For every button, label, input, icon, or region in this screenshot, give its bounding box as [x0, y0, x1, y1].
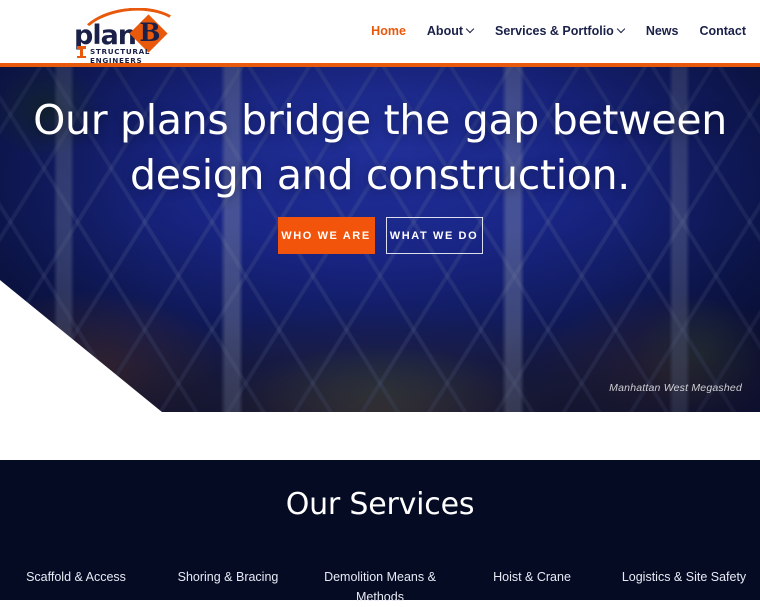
logo-letter-b: B — [139, 18, 161, 47]
nav-label-about: About — [426, 24, 464, 38]
service-item-hoist-crane[interactable]: Hoist & Crane — [456, 567, 608, 607]
header-accent-rule — [0, 63, 760, 67]
site-header: plan B STRUCTURAL ENGINEERS Home About S… — [0, 0, 760, 65]
services-heading: Our Services — [285, 487, 475, 522]
nav-label-home: Home — [371, 24, 406, 38]
hero-cta-group: WHO WE ARE WHAT WE DO — [0, 217, 760, 254]
chevron-down-icon — [618, 26, 625, 33]
service-item-scaffold-access[interactable]: Scaffold & Access — [0, 567, 152, 607]
service-item-demolition-means-methods[interactable]: Demolition Means & Methods — [304, 567, 456, 607]
nav-item-news[interactable]: News — [646, 24, 679, 38]
nav-item-home[interactable]: Home — [371, 24, 406, 38]
what-we-do-button[interactable]: WHAT WE DO — [385, 217, 483, 254]
hero-image-caption: Manhattan West Megashed — [609, 382, 742, 394]
column-icon — [77, 46, 86, 58]
services-list: Scaffold & Access Shoring & Bracing Demo… — [0, 567, 760, 607]
nav-item-services-portfolio[interactable]: Services & Portfolio — [495, 24, 625, 38]
nav-label-services-portfolio: Services & Portfolio — [495, 24, 614, 38]
who-we-are-button[interactable]: WHO WE ARE — [277, 217, 375, 254]
site-logo[interactable]: plan B STRUCTURAL ENGINEERS — [74, 8, 184, 65]
nav-item-contact[interactable]: Contact — [699, 24, 746, 38]
hero-headline: Our plans bridge the gap between design … — [0, 93, 760, 203]
main-navigation: Home About Services & Portfolio News Con… — [371, 24, 746, 38]
service-item-shoring-bracing[interactable]: Shoring & Bracing — [152, 567, 304, 607]
chevron-down-icon — [467, 26, 474, 33]
nav-label-news: News — [645, 24, 679, 38]
hero-headline-line-2: design and construction. — [129, 151, 630, 199]
service-item-logistics-site-safety[interactable]: Logistics & Site Safety — [608, 567, 760, 607]
services-section: Our Services Scaffold & Access Shoring &… — [0, 460, 760, 604]
hero-headline-line-1: Our plans bridge the gap between — [33, 96, 727, 144]
nav-label-contact: Contact — [699, 24, 746, 38]
nav-item-about[interactable]: About — [427, 24, 474, 38]
